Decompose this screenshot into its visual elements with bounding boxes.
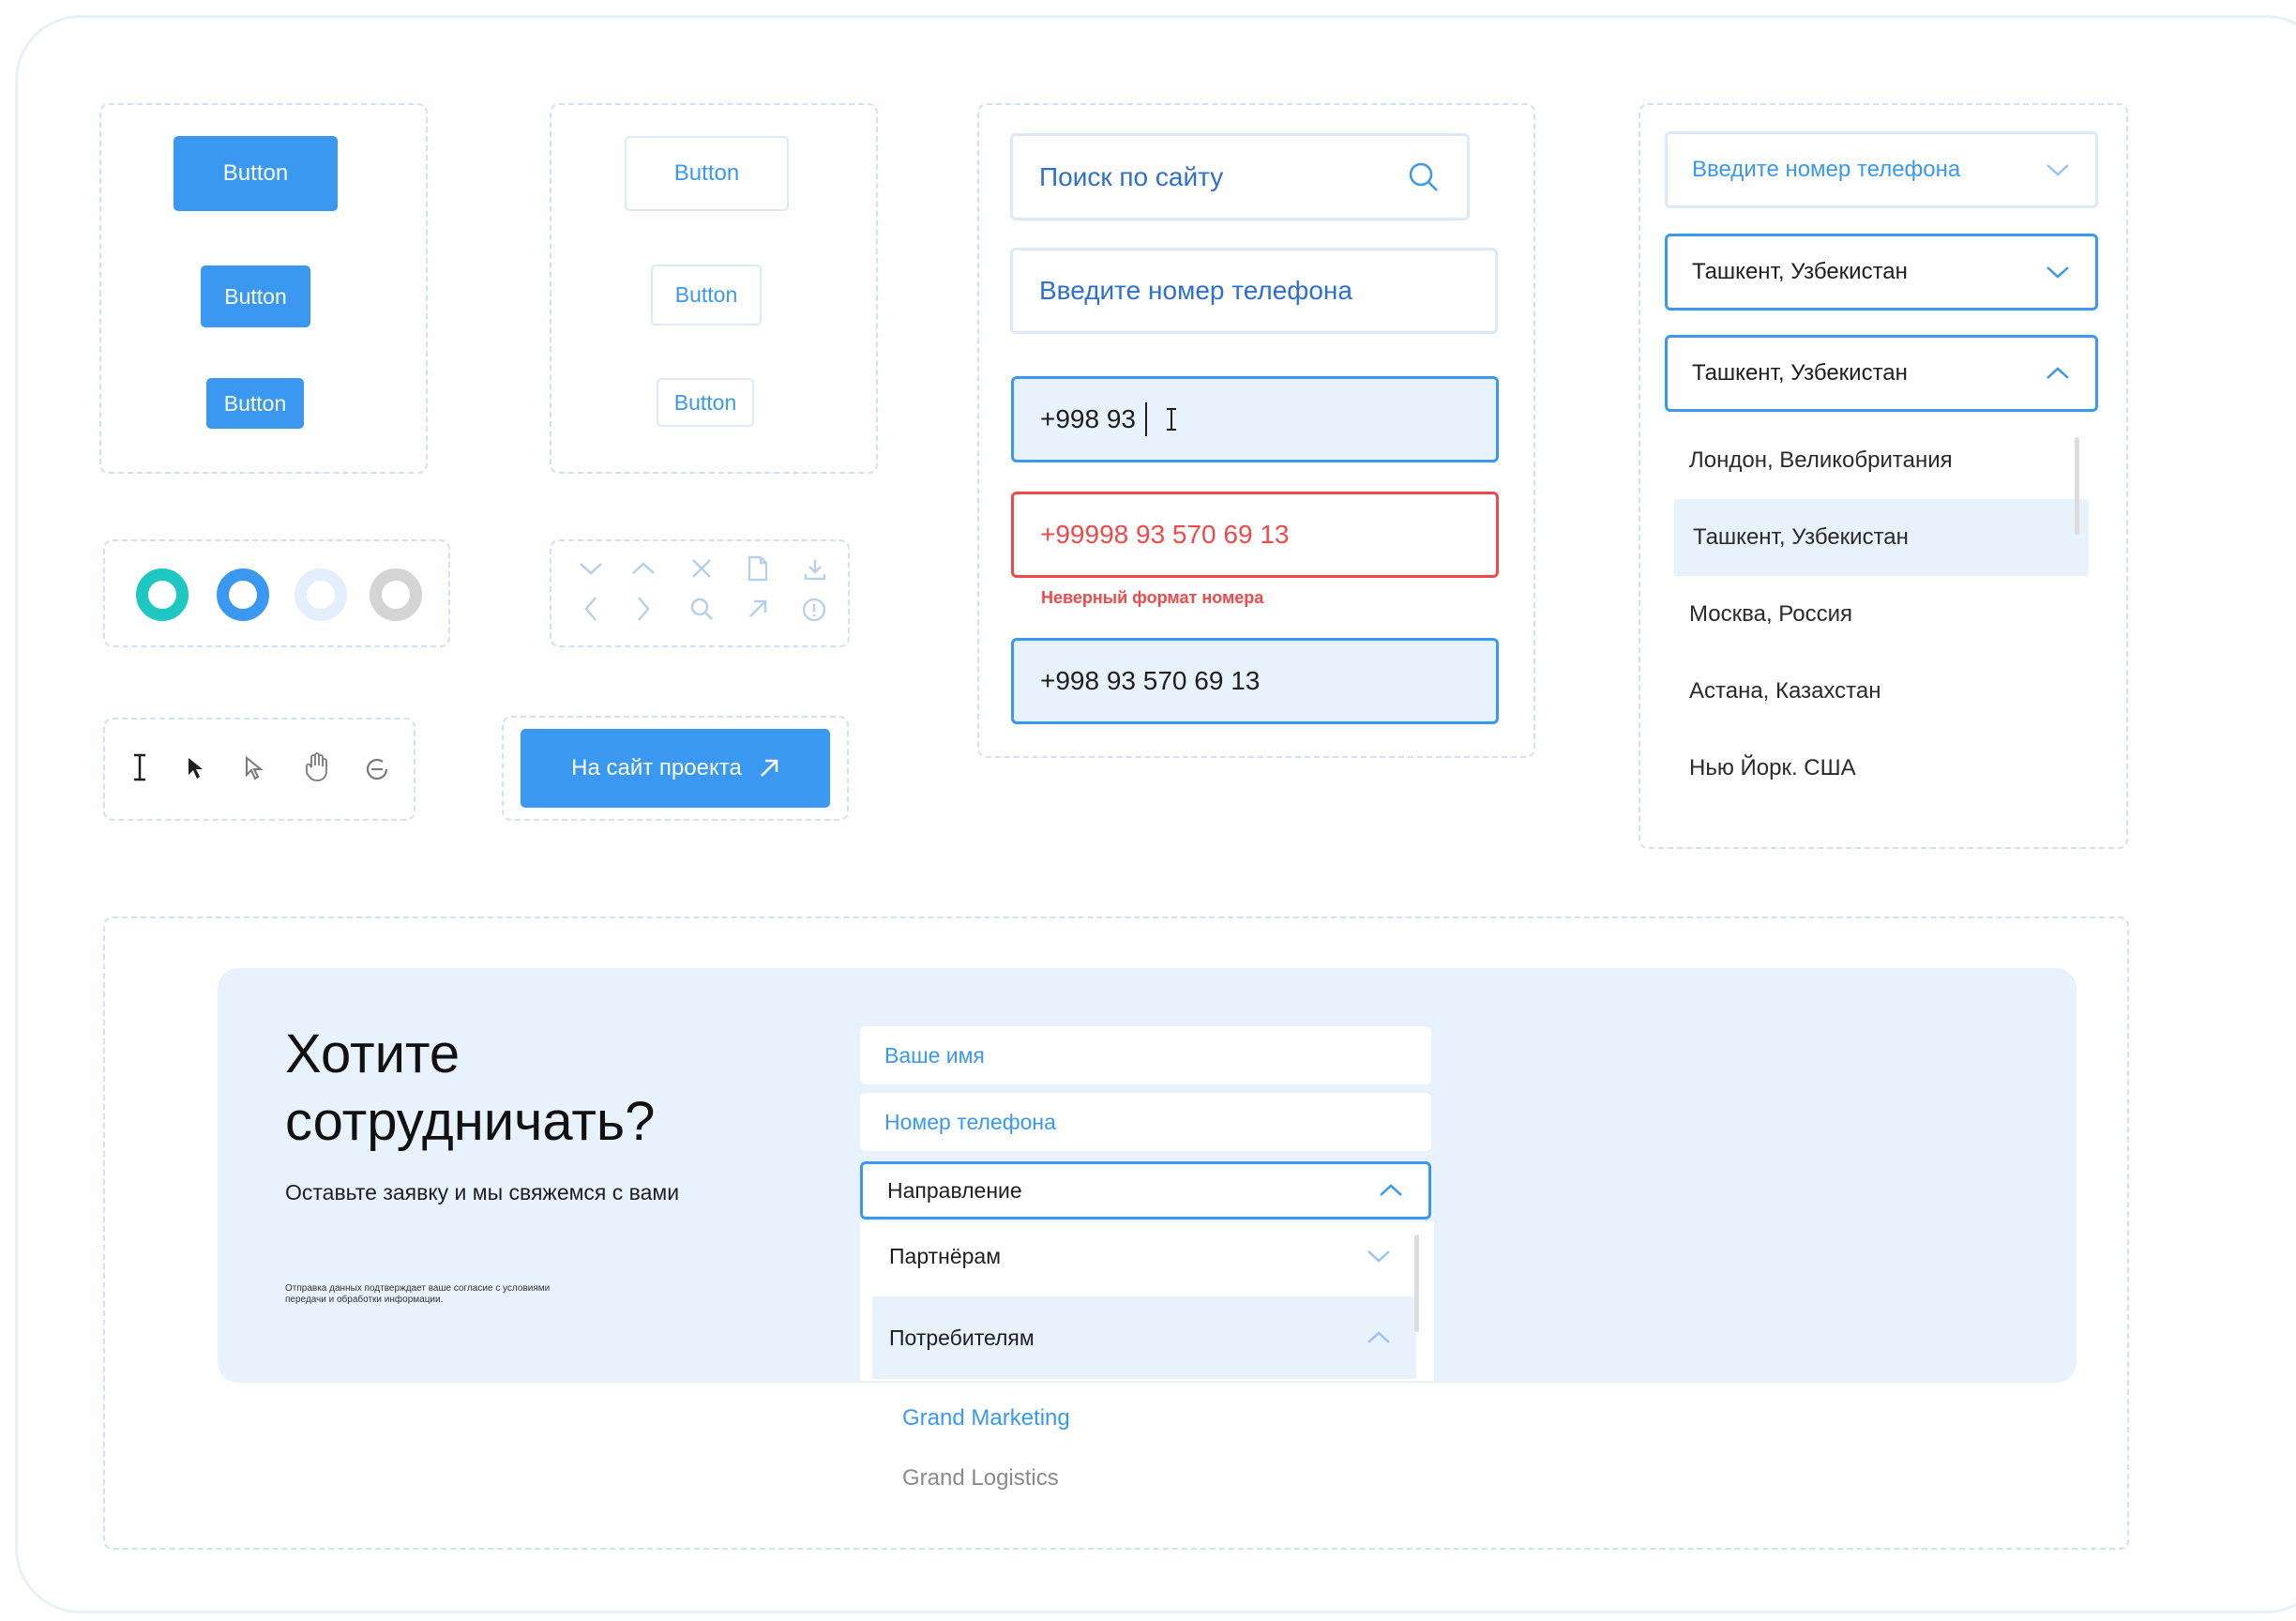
document-icon xyxy=(747,555,769,582)
close-icon xyxy=(690,557,713,580)
pointer-outline-cursor-icon xyxy=(244,756,266,782)
arrow-up-right-icon xyxy=(759,758,779,779)
phone-filled-value: +998 93 570 69 13 xyxy=(1040,666,1261,695)
city-scrollbar[interactable] xyxy=(2075,437,2079,535)
project-link-button[interactable]: На сайт проекта xyxy=(521,729,830,808)
sub-option-marketing[interactable]: Grand Marketing xyxy=(902,1405,1070,1432)
chevron-down-icon xyxy=(1366,1248,1392,1265)
icons-panel xyxy=(550,539,850,647)
form-disclaimer-line2: передачи и обработки информации. xyxy=(285,1295,444,1305)
city-select-closed[interactable]: Ташкент, Узбекистан xyxy=(1665,234,2098,311)
chevron-right-icon xyxy=(634,595,653,623)
pointer-cursor-icon xyxy=(186,756,206,780)
direction-option-label: Потребителям xyxy=(889,1325,1035,1350)
outline-button-small[interactable]: Button xyxy=(657,378,754,427)
phone-placeholder: Введите номер телефона xyxy=(1039,276,1352,305)
direction-option-partners[interactable]: Партнёрам xyxy=(865,1227,1416,1285)
phone-typing-value: +998 93 xyxy=(1040,404,1136,433)
search-icon xyxy=(688,596,715,622)
hand-cursor-icon xyxy=(302,752,330,782)
outline-button-large[interactable]: Button xyxy=(625,136,789,211)
radio-light[interactable] xyxy=(295,568,347,621)
search-placeholder: Поиск по сайту xyxy=(1039,161,1224,191)
phone-input[interactable]: Введите номер телефона xyxy=(1010,248,1498,334)
city-select-open-value: Ташкент, Узбекистан xyxy=(1692,360,1908,386)
city-option[interactable]: Нью Йорк. США xyxy=(1665,730,2098,807)
form-disclaimer-line1: Отправка данных подтверждает ваше соглас… xyxy=(285,1283,551,1294)
search-icon[interactable] xyxy=(1407,160,1441,194)
phone-error-value: +99998 93 570 69 13 xyxy=(1040,520,1290,549)
text-cursor-icon xyxy=(1164,407,1179,432)
chevron-up-icon xyxy=(1378,1182,1404,1199)
city-options-list: Лондон, Великобритания Ташкент, Узбекист… xyxy=(1665,422,2098,797)
direction-select[interactable]: Направление xyxy=(860,1161,1431,1220)
radio-teal[interactable] xyxy=(136,568,189,621)
city-option[interactable]: Москва, Россия xyxy=(1665,576,2098,653)
phone-input-error[interactable]: +99998 93 570 69 13 xyxy=(1011,492,1499,578)
sub-option-logistics[interactable]: Grand Logistics xyxy=(902,1465,1059,1492)
form-title-line2: сотрудничать? xyxy=(285,1091,656,1152)
radio-blue[interactable] xyxy=(217,568,269,621)
form-subtitle: Оставьте заявку и мы свяжемся с вами xyxy=(285,1180,680,1204)
form-disclaimer: Отправка данных подтверждает ваше соглас… xyxy=(285,1283,550,1306)
chevron-down-icon xyxy=(2045,161,2071,178)
chevron-down-icon xyxy=(578,559,604,578)
outline-button-medium[interactable]: Button xyxy=(651,265,762,326)
chevron-left-icon xyxy=(582,595,600,623)
search-input[interactable]: Поиск по сайту xyxy=(1010,133,1470,220)
primary-button-medium[interactable]: Button xyxy=(201,265,310,327)
phone-input-filled[interactable]: +998 93 570 69 13 xyxy=(1011,638,1499,724)
form-phone-placeholder: Номер телефона xyxy=(884,1109,1056,1134)
form-title: Хотите сотрудничать? xyxy=(285,1021,655,1156)
chevron-up-icon xyxy=(1366,1329,1392,1346)
direction-scrollbar[interactable] xyxy=(1414,1235,1419,1332)
city-option-selected[interactable]: Ташкент, Узбекистан xyxy=(1674,499,2089,576)
city-option[interactable]: Лондон, Великобритания xyxy=(1665,422,2098,499)
chevron-up-icon xyxy=(2045,365,2071,382)
direction-option-label: Партнёрам xyxy=(889,1243,1002,1268)
download-icon xyxy=(803,557,827,582)
direction-option-consumers[interactable]: Потребителям xyxy=(872,1296,1416,1379)
primary-button-large[interactable]: Button xyxy=(174,136,338,211)
name-placeholder: Ваше имя xyxy=(884,1042,985,1068)
phone-input-typing[interactable]: +998 93 xyxy=(1011,376,1499,462)
form-phone-input[interactable]: Номер телефона xyxy=(860,1093,1431,1151)
city-select-value: Ташкент, Узбекистан xyxy=(1692,259,1908,284)
chevron-down-icon xyxy=(2045,264,2071,280)
phone-error-message: Неверный формат номера xyxy=(1041,588,1264,607)
direction-label: Направление xyxy=(887,1177,1022,1203)
phone-select-placeholder: Введите номер телефона xyxy=(1692,157,1961,182)
radio-gray[interactable] xyxy=(370,568,422,621)
name-input[interactable]: Ваше имя xyxy=(860,1026,1431,1084)
loading-cursor-icon xyxy=(364,756,390,782)
phone-select[interactable]: Введите номер телефона xyxy=(1665,131,2098,208)
city-select-open[interactable]: Ташкент, Узбекистан xyxy=(1665,335,2098,412)
city-option[interactable]: Астана, Казахстан xyxy=(1665,653,2098,730)
text-caret xyxy=(1145,402,1147,436)
info-circle-icon xyxy=(801,597,827,623)
project-link-label: На сайт проекта xyxy=(571,755,742,780)
text-cursor-icon xyxy=(129,752,150,782)
form-title-line1: Хотите xyxy=(285,1023,461,1084)
primary-button-small[interactable]: Button xyxy=(206,378,304,429)
arrow-up-right-icon xyxy=(747,598,769,620)
chevron-up-icon xyxy=(630,559,657,578)
